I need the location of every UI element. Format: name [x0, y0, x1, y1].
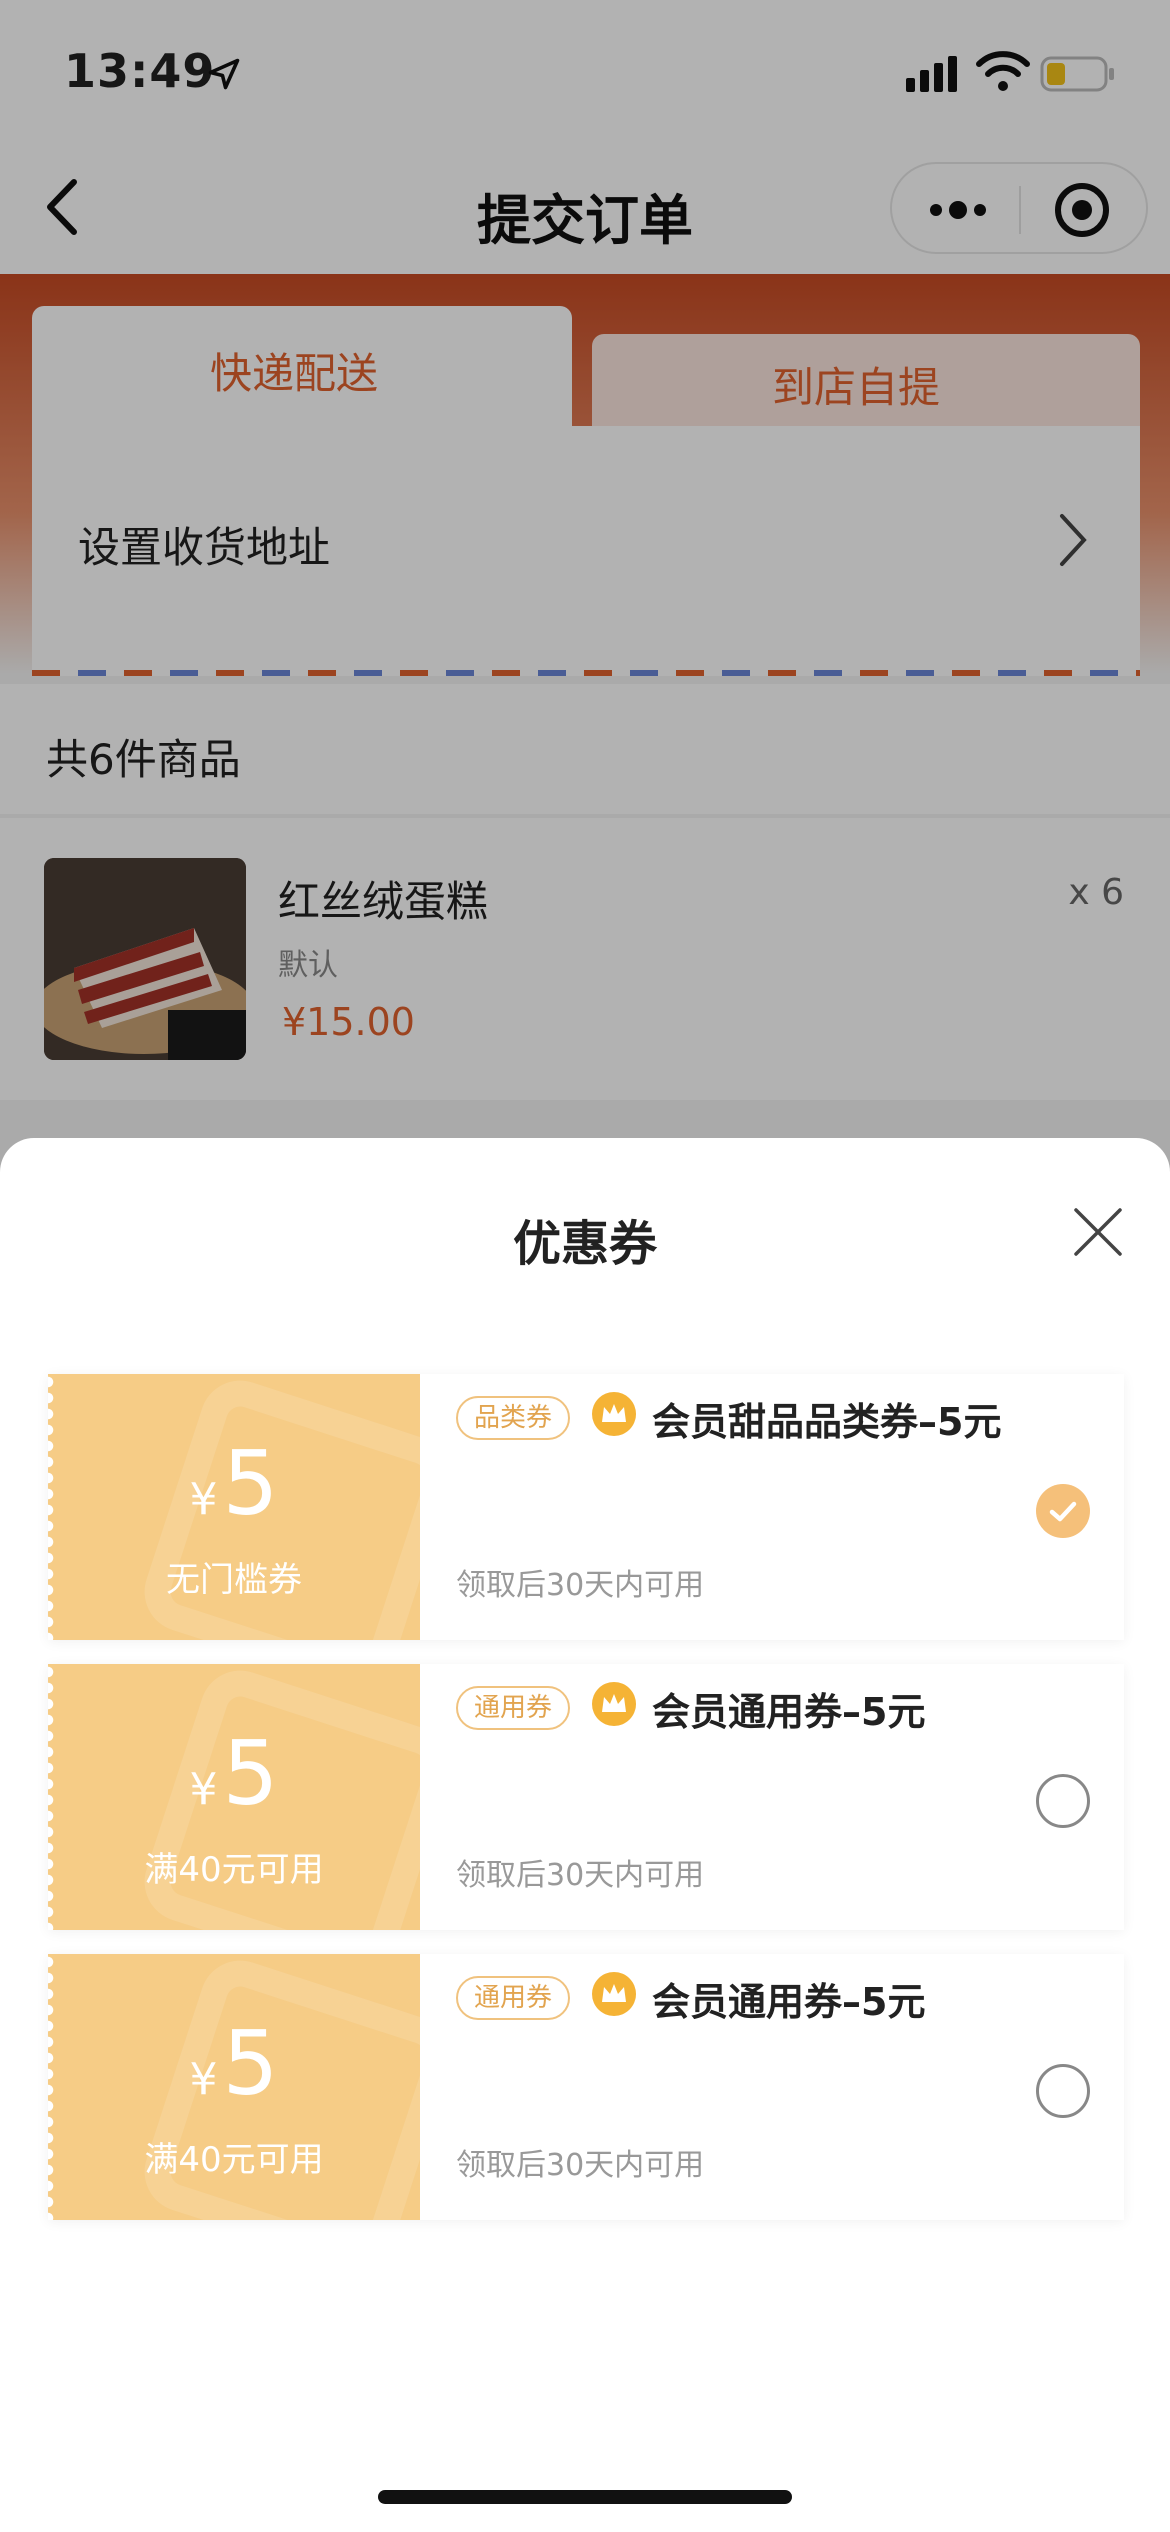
coupon-stub: ¥ 5 满40元可用 [48, 1664, 420, 1930]
coupon-type-tag: 通用券 [456, 1976, 571, 2020]
coupon-validity: 领取后30天内可用 [456, 1858, 705, 1893]
coupon-card[interactable]: ¥ 5 满40元可用 通用券 会员通用券–5元 领取后30天内可用 [48, 1954, 1124, 2220]
coupon-condition: 满40元可用 [144, 2140, 324, 2180]
coupon-card[interactable]: ¥ 5 满40元可用 通用券 会员通用券–5元 领取后30天内可用 [48, 1664, 1124, 1930]
coupon-validity: 领取后30天内可用 [456, 2148, 705, 2183]
coupon-card[interactable]: ¥ 5 无门槛券 品类券 会员甜品品类券–5元 领取后30天内可用 [48, 1374, 1124, 1640]
check-icon [1049, 1501, 1077, 1522]
coupon-title: 会员通用券–5元 [652, 1980, 926, 2024]
coupon-title: 会员通用券–5元 [652, 1690, 926, 1734]
coupon-stub: ¥ 5 无门槛券 [48, 1374, 420, 1640]
crown-icon [592, 1682, 636, 1726]
coupon-sheet: 优惠券 ¥ 5 无门槛券 品类券 会员甜品品类券–5元 领取后30天内可用 ¥ … [0, 1138, 1170, 2532]
sheet-title: 优惠券 [512, 1216, 657, 1272]
coupon-amount: ¥ 5 [189, 1722, 279, 1825]
coupon-type-tag: 通用券 [456, 1686, 571, 1730]
coupon-type-tag: 品类券 [456, 1396, 571, 1440]
coupon-radio[interactable] [1036, 2064, 1090, 2118]
coupon-stub: ¥ 5 满40元可用 [48, 1954, 420, 2220]
coupon-condition: 满40元可用 [144, 1850, 324, 1890]
home-indicator[interactable] [378, 2490, 792, 2504]
coupon-condition: 无门槛券 [166, 1560, 302, 1600]
coupon-amount: ¥ 5 [189, 2012, 279, 2115]
coupon-radio-selected[interactable] [1036, 1484, 1090, 1538]
coupon-radio[interactable] [1036, 1774, 1090, 1828]
coupon-validity: 领取后30天内可用 [456, 1568, 705, 1603]
coupon-title: 会员甜品品类券–5元 [652, 1400, 1002, 1444]
coupon-amount: ¥ 5 [189, 1432, 279, 1535]
crown-icon [592, 1392, 636, 1436]
close-icon[interactable] [1072, 1206, 1124, 1258]
crown-icon [592, 1972, 636, 2016]
